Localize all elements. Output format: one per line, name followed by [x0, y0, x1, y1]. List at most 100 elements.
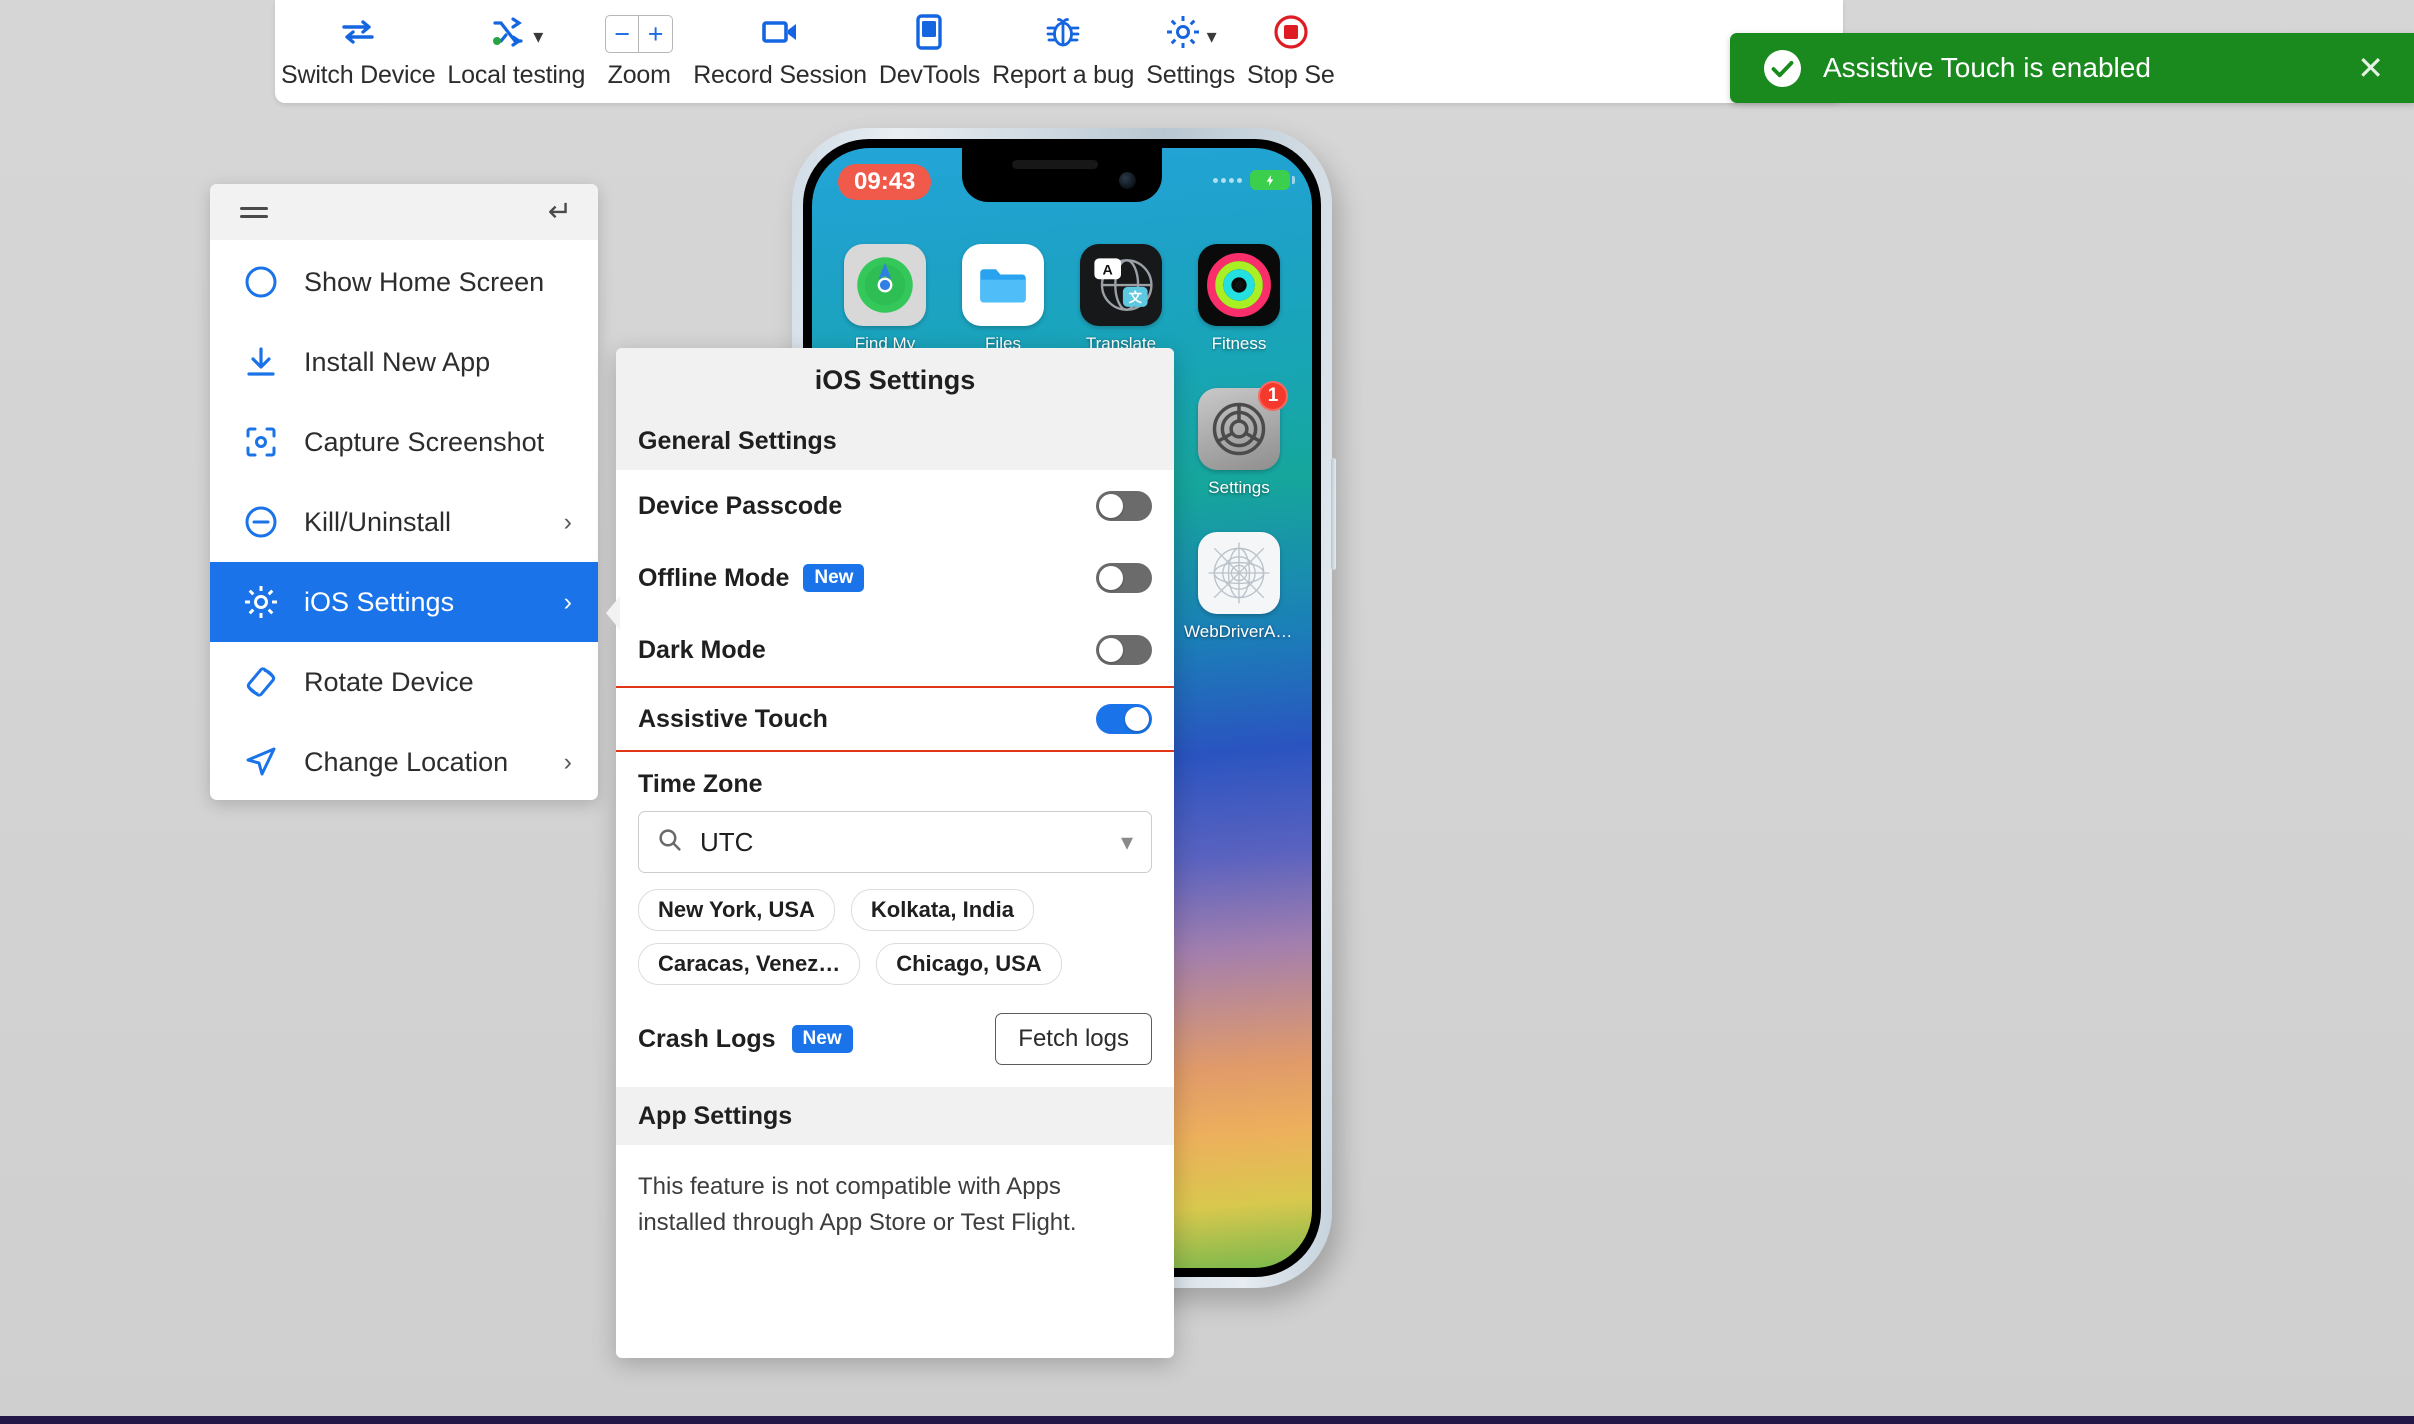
toast-notification: Assistive Touch is enabled ✕ — [1730, 33, 2414, 103]
offline-mode-toggle[interactable] — [1096, 563, 1152, 593]
chevron-right-icon: › — [563, 507, 572, 536]
chevron-right-icon: › — [563, 747, 572, 776]
download-icon — [240, 341, 282, 383]
location-arrow-icon — [240, 741, 282, 783]
ios-settings-panel: iOS Settings General Settings Device Pas… — [616, 348, 1174, 1358]
app-icon-fitness[interactable]: Fitness — [1180, 244, 1298, 354]
session-toolbar: Switch Device ▾ Local testing − + Zoom R… — [275, 0, 1843, 103]
setting-row-assistive-touch[interactable]: Assistive Touch — [616, 686, 1174, 752]
device-features-sidebar: ↵ Show Home Screen Install New App Captu… — [210, 184, 598, 800]
find-my-icon — [844, 244, 926, 326]
assistive-touch-toggle[interactable] — [1096, 704, 1152, 734]
check-circle-icon — [1764, 49, 1801, 87]
hamburger-menu-icon[interactable] — [240, 202, 268, 223]
chevron-down-icon[interactable]: ▾ — [1207, 27, 1217, 47]
sidebar-item-capture-screenshot[interactable]: Capture Screenshot — [210, 402, 598, 482]
sidebar-item-install-new-app[interactable]: Install New App — [210, 322, 598, 402]
toolbar-devtools[interactable]: DevTools — [873, 0, 986, 90]
video-camera-icon — [761, 17, 799, 52]
app-label: WebDriverAge… — [1184, 622, 1294, 641]
fitness-icon — [1198, 244, 1280, 326]
status-bar-right — [1213, 170, 1295, 190]
app-icon-files[interactable]: Files — [944, 244, 1062, 354]
sidebar-item-kill-uninstall[interactable]: Kill/Uninstall › — [210, 482, 598, 562]
toolbar-stop-session[interactable]: Stop Se — [1241, 0, 1341, 90]
setting-label: Offline Mode — [638, 563, 790, 592]
sidebar-item-label: iOS Settings — [304, 586, 455, 617]
app-icon-find-my[interactable]: Find My — [826, 244, 944, 354]
toolbar-zoom[interactable]: − + Zoom — [591, 0, 687, 90]
section-header-time-zone: Time Zone — [638, 770, 763, 798]
dark-mode-toggle[interactable] — [1096, 635, 1152, 665]
svg-text:A: A — [1103, 263, 1113, 279]
setting-row-dark-mode[interactable]: Dark Mode — [616, 614, 1174, 686]
toolbar-label: Stop Se — [1247, 61, 1335, 89]
timezone-search-input[interactable]: UTC ▾ — [638, 811, 1152, 873]
setting-row-device-passcode[interactable]: Device Passcode — [616, 470, 1174, 542]
chip-timezone[interactable]: Chicago, USA — [876, 943, 1062, 985]
timezone-value: UTC — [700, 826, 754, 857]
toolbar-report-a-bug[interactable]: Report a bug — [986, 0, 1140, 90]
toolbar-record-session[interactable]: Record Session — [687, 0, 873, 90]
toolbar-settings[interactable]: ▾ Settings — [1140, 0, 1241, 90]
toolbar-label: Report a bug — [992, 61, 1135, 89]
timezone-quick-chips: New York, USA Kolkata, India Caracas, Ve… — [616, 873, 1174, 991]
sidebar-item-label: Rotate Device — [304, 666, 474, 697]
signal-dots-icon — [1213, 177, 1242, 183]
power-button[interactable] — [1331, 458, 1336, 570]
page-title: iOS Settings — [616, 348, 1174, 412]
sidebar-item-label: Show Home Screen — [304, 266, 545, 297]
collapse-panel-icon[interactable]: ↵ — [548, 197, 572, 227]
notification-badge: 1 — [1258, 381, 1288, 411]
app-label: Fitness — [1211, 334, 1267, 353]
fetch-logs-button[interactable]: Fetch logs — [995, 1013, 1152, 1065]
status-bar-time: 09:43 — [838, 164, 932, 200]
chip-timezone[interactable]: Caracas, Venez… — [638, 943, 861, 985]
chip-timezone[interactable]: Kolkata, India — [850, 889, 1034, 931]
zoom-in-button[interactable]: + — [639, 15, 674, 53]
toolbar-switch-device[interactable]: Switch Device — [275, 0, 441, 90]
translate-app-icon: A 文 — [1080, 244, 1162, 326]
chevron-down-icon[interactable]: ▾ — [1121, 828, 1133, 857]
sidebar-item-change-location[interactable]: Change Location › — [210, 722, 598, 800]
app-icon-translate[interactable]: A 文 Translate — [1062, 244, 1180, 354]
svg-text:文: 文 — [1129, 289, 1143, 305]
app-icon-settings[interactable]: 1 Settings — [1180, 381, 1298, 498]
sidebar-item-ios-settings[interactable]: iOS Settings › — [210, 562, 598, 642]
sidebar-item-rotate-device[interactable]: Rotate Device — [210, 642, 598, 722]
sidebar-list: Show Home Screen Install New App Capture… — [210, 240, 598, 800]
rotate-device-icon — [240, 661, 282, 703]
bug-icon — [1046, 14, 1080, 55]
setting-label: Device Passcode — [638, 491, 843, 520]
app-settings-note: This feature is not compatible with Apps… — [638, 1173, 1077, 1236]
device-passcode-toggle[interactable] — [1096, 491, 1152, 521]
toolbar-local-testing[interactable]: ▾ Local testing — [441, 0, 591, 90]
screenshot-icon — [240, 421, 282, 463]
new-badge: New — [791, 1025, 853, 1053]
close-icon[interactable]: ✕ — [2357, 52, 2384, 84]
toolbar-label: Zoom — [607, 61, 671, 89]
local-testing-icon — [489, 15, 527, 54]
toolbar-label: Switch Device — [281, 61, 436, 89]
zoom-stepper-icon: − + — [605, 15, 674, 53]
new-badge: New — [803, 564, 865, 592]
setting-row-offline-mode[interactable]: Offline Mode New — [616, 542, 1174, 614]
toolbar-label: Settings — [1146, 61, 1235, 89]
notch — [962, 148, 1162, 202]
chevron-down-icon[interactable]: ▾ — [533, 27, 543, 47]
sidebar-item-show-home-screen[interactable]: Show Home Screen — [210, 242, 598, 322]
app-label: Settings — [1208, 478, 1270, 497]
crash-logs-label: Crash Logs — [638, 1024, 776, 1053]
toolbar-label: Local testing — [447, 61, 586, 89]
zoom-out-button[interactable]: − — [605, 15, 640, 53]
bottom-status-strip — [0, 1416, 2414, 1424]
toolbar-label: Record Session — [693, 61, 867, 89]
battery-charging-icon — [1250, 170, 1295, 190]
chip-timezone[interactable]: New York, USA — [638, 889, 835, 931]
search-icon — [657, 827, 682, 857]
section-header-general: General Settings — [616, 412, 1174, 470]
app-icon-webdriveragent[interactable]: WebDriverAge… — [1180, 532, 1298, 642]
panel-pointer-arrow — [606, 596, 620, 630]
sidebar-item-label: Change Location — [304, 746, 509, 777]
setting-label: Assistive Touch — [638, 704, 828, 733]
